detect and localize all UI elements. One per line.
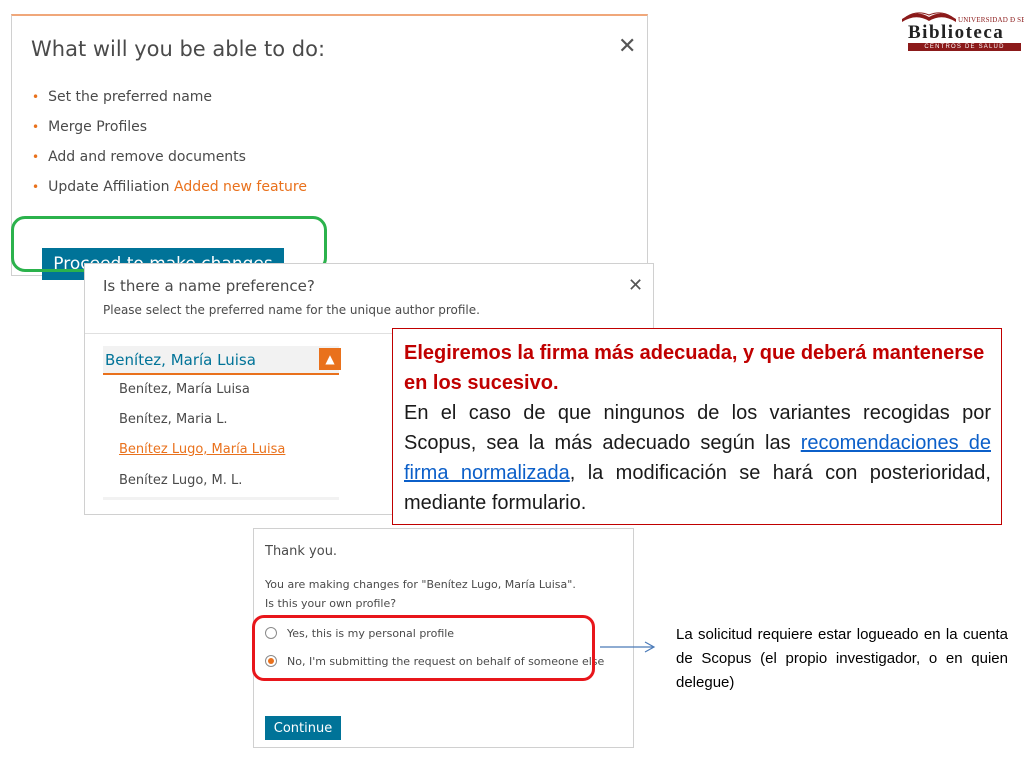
dropdown-option-highlighted[interactable]: Benítez Lugo, María Luisa: [119, 442, 285, 457]
list-item-text: Set the preferred name: [48, 89, 213, 105]
arrow-right-icon: [600, 641, 656, 653]
list-item: • Update Affiliation Added new feature: [32, 178, 307, 208]
chevron-up-icon[interactable]: ▲: [319, 348, 341, 370]
list-item: • Add and remove documents: [32, 148, 307, 178]
making-changes-text: You are making changes for "Benítez Lugo…: [265, 578, 576, 591]
close-icon[interactable]: ✕: [618, 36, 636, 58]
dialog-title: What will you be able to do:: [31, 37, 326, 61]
login-note: La solicitud requiere estar logueado en …: [676, 626, 1008, 691]
list-item-text: Add and remove documents: [48, 149, 246, 165]
bullet-icon: •: [32, 120, 40, 134]
abilities-list: • Set the preferred name • Merge Profiles …: [32, 88, 307, 208]
annotation-note: Elegiremos la firma más adecuada, y que …: [392, 328, 1002, 525]
list-item-text: Update Affiliation: [48, 179, 170, 195]
list-item-text: Merge Profiles: [48, 119, 148, 135]
dropdown-selected-value[interactable]: Benítez, María Luisa: [105, 351, 256, 369]
logo-title: Biblioteca: [908, 22, 1005, 43]
list-item: • Merge Profiles: [32, 118, 307, 148]
list-item: • Set the preferred name: [32, 88, 307, 118]
bullet-icon: •: [32, 90, 40, 104]
continue-button[interactable]: Continue: [265, 716, 341, 740]
dropdown-options: Benítez, María Luisa Benítez, Maria L. B…: [103, 375, 339, 497]
dialog-question: Is there a name preference?: [103, 277, 315, 295]
name-dropdown[interactable]: Benítez, María Luisa ▲ Benítez, María Lu…: [103, 346, 341, 500]
biblioteca-logo: UNIVERSIDAD Ð SEVILLA Biblioteca CENTROS…: [898, 2, 1024, 52]
dropdown-option[interactable]: Benítez, Maria L.: [119, 412, 228, 427]
thanks-text: Thank you.: [265, 544, 338, 559]
dialog-subtitle: Please select the preferred name for the…: [103, 303, 480, 317]
new-feature-tag: Added new feature: [173, 179, 307, 195]
dropdown-option[interactable]: Benítez, María Luisa: [119, 382, 250, 397]
dropdown-option[interactable]: Benítez Lugo, M. L.: [119, 473, 242, 488]
close-icon[interactable]: ✕: [628, 275, 643, 297]
bullet-icon: •: [32, 180, 40, 194]
logo-subtitle: CENTROS DE SALUD: [908, 43, 1021, 51]
note-heading: Elegiremos la firma más adecuada, y que …: [404, 342, 985, 394]
note-body: En el caso de que ningunos de los varian…: [404, 398, 991, 518]
own-profile-question: Is this your own profile?: [265, 597, 397, 610]
bullet-icon: •: [32, 150, 40, 164]
highlight-ring-red: [252, 615, 595, 681]
dropdown-header[interactable]: Benítez, María Luisa ▲: [103, 346, 341, 375]
